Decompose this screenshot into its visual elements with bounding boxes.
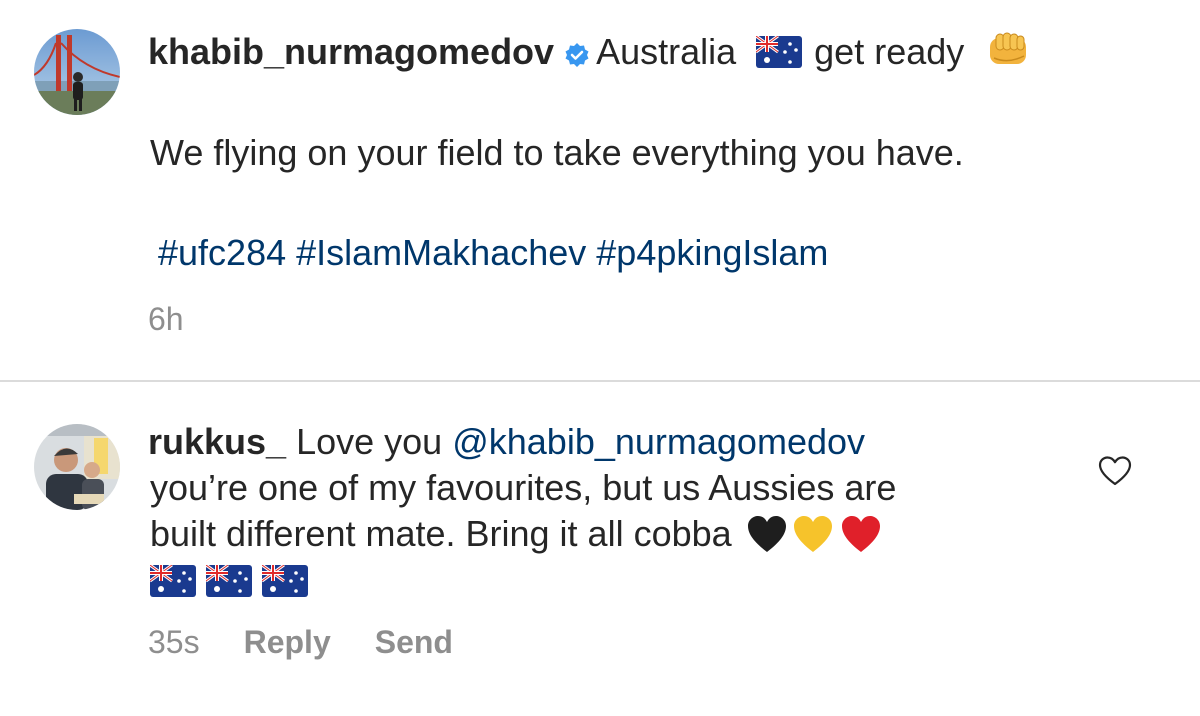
comment-line-2: you’re one of my favourites, but us Auss… xyxy=(150,467,897,508)
mention-link[interactable]: @khabib_nurmagomedov xyxy=(452,421,865,462)
australia-flag-icon xyxy=(755,34,803,78)
comment-avatar[interactable] xyxy=(34,424,120,510)
post-username[interactable]: khabib_nurmagomedov xyxy=(148,31,554,72)
comment-text-3: built different mate. Bring it all cobba xyxy=(150,513,732,554)
caption-head-text-1: Australia xyxy=(596,31,737,72)
comment-line-1: rukkus_ Love you @khabib_nurmagomedov xyxy=(148,420,865,464)
like-heart-icon[interactable] xyxy=(1098,455,1132,492)
hashtag-link[interactable]: #p4pkingIslam xyxy=(596,232,828,273)
send-button[interactable]: Send xyxy=(375,624,453,660)
comment-text-1: Love you xyxy=(296,421,443,462)
hashtag-link[interactable]: #IslamMakhachev xyxy=(296,232,586,273)
comment-username[interactable]: rukkus_ xyxy=(148,421,286,462)
red-heart-emoji xyxy=(840,514,882,564)
post-caption-body: We flying on your field to take everythi… xyxy=(150,132,964,173)
comment-flags xyxy=(149,559,308,607)
comment-timestamp: 35s xyxy=(148,624,200,660)
yellow-heart-emoji xyxy=(792,514,834,564)
australia-flag-icon xyxy=(149,563,196,607)
post-hashtags: #ufc284 #IslamMakhachev #p4pkingIslam xyxy=(158,231,828,275)
reply-button[interactable]: Reply xyxy=(244,624,331,660)
australia-flag-icon xyxy=(261,563,308,607)
post-timestamp: 6h xyxy=(148,301,184,337)
post-avatar[interactable] xyxy=(34,29,120,115)
divider xyxy=(0,380,1200,382)
black-heart-emoji xyxy=(746,514,788,564)
verified-badge-icon xyxy=(564,34,590,78)
hashtag-link[interactable]: #ufc284 xyxy=(158,232,286,273)
post-caption-head: khabib_nurmagomedov Australia get ready xyxy=(148,28,1030,82)
australia-flag-icon xyxy=(205,563,252,607)
caption-head-text-2: get ready xyxy=(814,31,965,72)
oncoming-fist-emoji xyxy=(986,28,1030,82)
comment-line-3: built different mate. Bring it all cobba xyxy=(150,512,882,564)
comment-meta: 35s Reply Send xyxy=(148,622,453,662)
